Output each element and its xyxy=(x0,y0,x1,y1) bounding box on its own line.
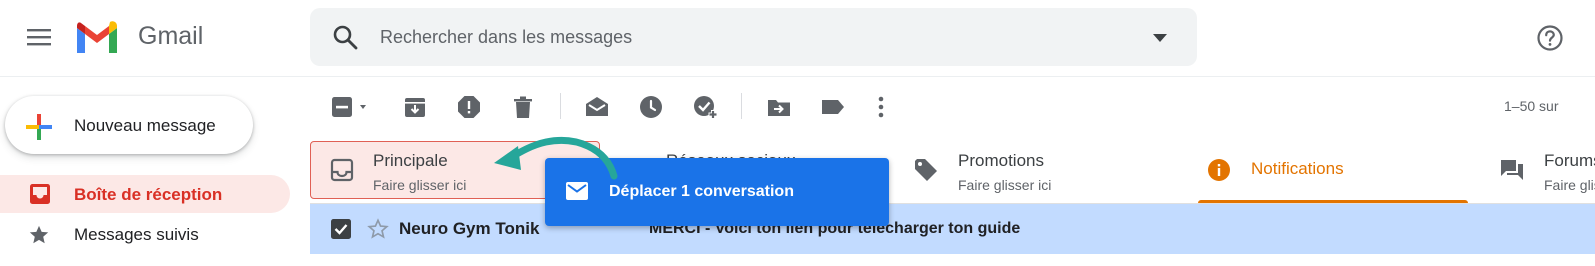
mark-as-read-icon[interactable] xyxy=(584,94,610,120)
brand-name: Gmail xyxy=(138,22,204,50)
delete-icon[interactable] xyxy=(510,94,536,120)
mail-icon xyxy=(566,182,588,200)
pagination-label: 1–50 sur xyxy=(1504,98,1559,114)
main-menu-icon[interactable] xyxy=(26,26,52,48)
compose-plus-icon[interactable] xyxy=(24,112,54,142)
drag-tooltip-label: Déplacer 1 conversation xyxy=(609,183,794,200)
label-icon[interactable] xyxy=(820,94,846,120)
row-sender: Neuro Gym Tonik xyxy=(399,219,540,238)
inbox-icon xyxy=(330,158,354,182)
add-to-tasks-icon[interactable] xyxy=(692,94,720,120)
row-checkbox-checked-icon[interactable] xyxy=(331,219,351,239)
move-to-icon[interactable] xyxy=(766,94,792,120)
tag-icon xyxy=(915,159,937,181)
tab-forums-title[interactable]: Forums xyxy=(1544,151,1595,171)
help-icon[interactable] xyxy=(1536,24,1564,52)
tab-primary-title: Principale xyxy=(373,151,448,170)
tab-promotions-title[interactable]: Promotions xyxy=(958,151,1044,171)
tab-primary-subtitle: Faire glisser ici xyxy=(373,177,467,193)
search-icon[interactable] xyxy=(332,24,358,50)
sidebar-item-inbox-label[interactable]: Boîte de réception xyxy=(74,185,222,205)
search-input[interactable] xyxy=(376,20,1124,54)
drag-arrow-icon xyxy=(494,137,618,180)
toolbar-divider xyxy=(741,93,742,119)
star-outline-icon[interactable] xyxy=(367,218,389,240)
snooze-icon[interactable] xyxy=(638,94,664,120)
sidebar-item-starred-label[interactable]: Messages suivis xyxy=(74,225,199,245)
forum-icon xyxy=(1501,160,1523,180)
tab-notifications-title[interactable]: Notifications xyxy=(1251,159,1344,179)
search-options-caret-icon[interactable] xyxy=(1152,33,1168,43)
star-icon xyxy=(29,225,49,244)
header-divider xyxy=(0,76,1595,77)
info-icon xyxy=(1208,159,1230,181)
archive-icon[interactable] xyxy=(402,94,428,120)
inbox-icon xyxy=(30,184,50,204)
gmail-logo-icon[interactable] xyxy=(74,20,120,56)
tab-promotions-subtitle: Faire glisser ici xyxy=(958,177,1052,193)
compose-label[interactable]: Nouveau message xyxy=(74,116,216,136)
report-spam-icon[interactable] xyxy=(456,94,482,120)
tab-forums-subtitle: Faire glisser ici xyxy=(1544,177,1595,193)
more-options-icon[interactable] xyxy=(870,94,892,120)
select-checkbox-dropdown-icon[interactable] xyxy=(330,94,374,120)
toolbar-divider xyxy=(560,93,561,119)
